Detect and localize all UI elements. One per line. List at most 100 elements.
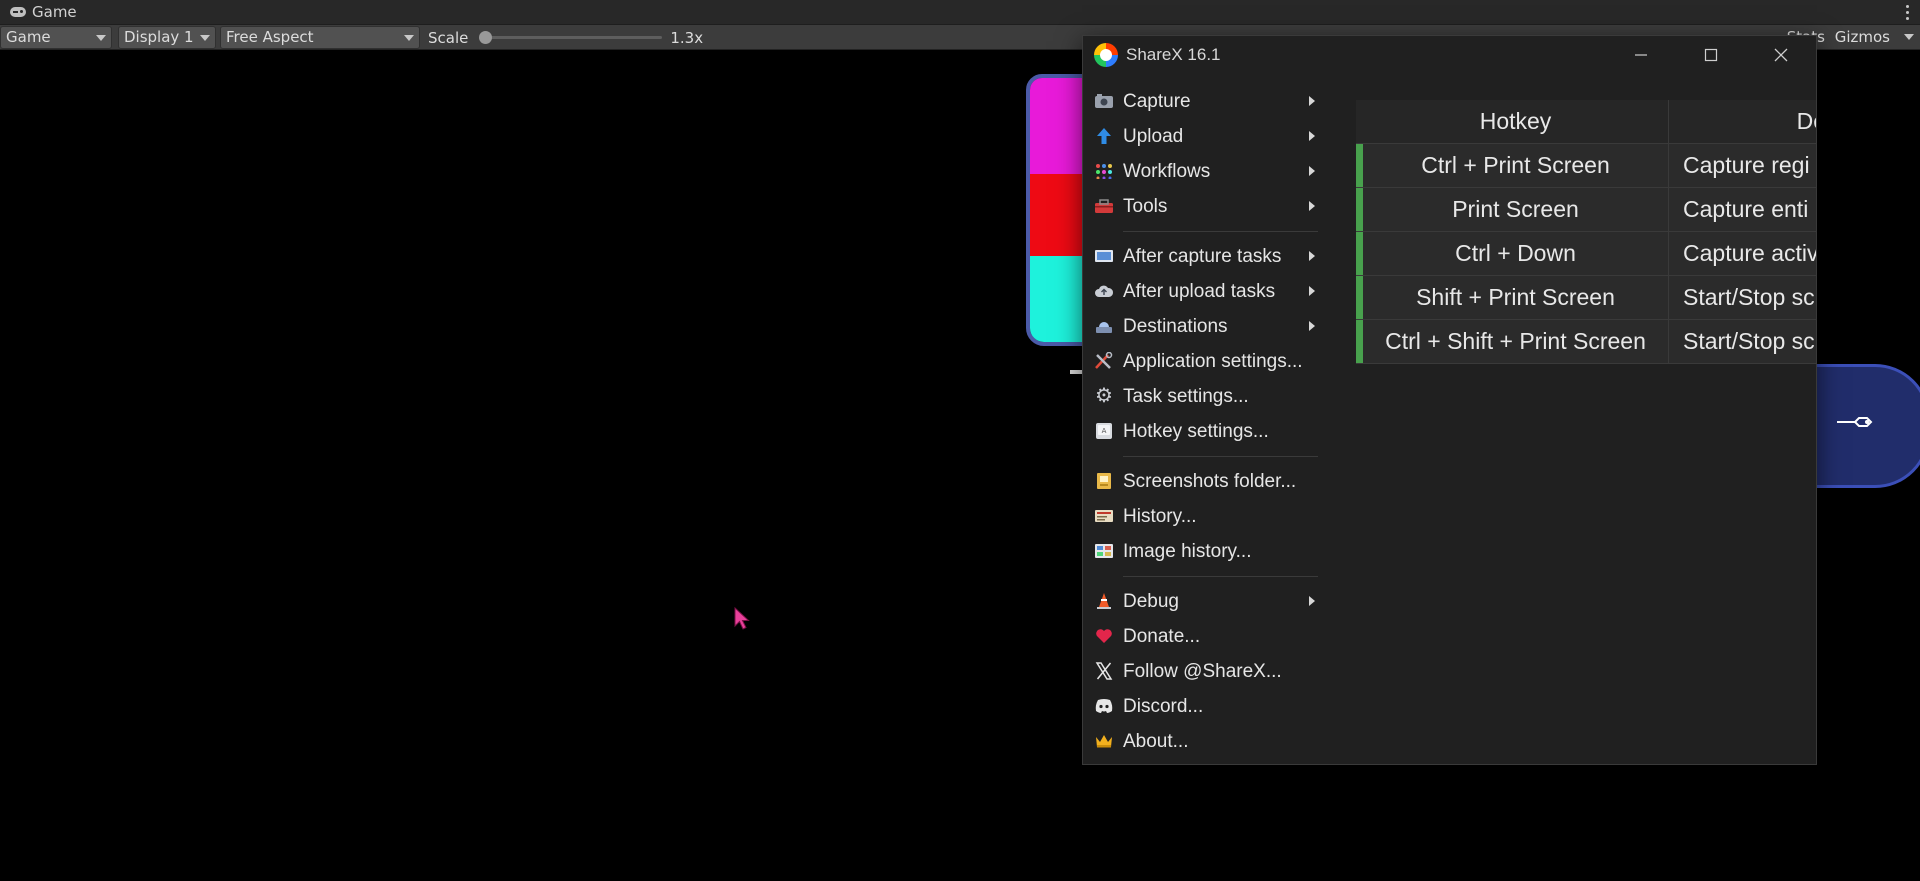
submenu-arrow-icon bbox=[1309, 166, 1315, 176]
svg-text:A: A bbox=[1102, 427, 1107, 435]
menu-item-label: Donate... bbox=[1123, 625, 1201, 647]
menu-item-donate[interactable]: Donate... bbox=[1083, 619, 1328, 654]
menu-item-screenshots-folder[interactable]: Screenshots folder... bbox=[1083, 464, 1328, 499]
discord-icon bbox=[1094, 697, 1114, 715]
menu-item-after-capture-tasks[interactable]: After capture tasks bbox=[1083, 239, 1328, 274]
table-row[interactable]: Ctrl + Shift + Print Screen Start/Stop s… bbox=[1356, 320, 1816, 364]
wrench-screwdriver-icon bbox=[1094, 352, 1114, 370]
menu-item-label: Application settings... bbox=[1123, 350, 1303, 372]
cloud-icon bbox=[1094, 282, 1114, 300]
menu-item-debug[interactable]: Debug bbox=[1083, 584, 1328, 619]
table-row[interactable]: Ctrl + Print Screen Capture regi bbox=[1356, 144, 1816, 188]
menu-item-history[interactable]: History... bbox=[1083, 499, 1328, 534]
status-indicator bbox=[1356, 320, 1363, 363]
keyboard-key-icon: A bbox=[1094, 422, 1114, 440]
table-row[interactable]: Print Screen Capture enti bbox=[1356, 188, 1816, 232]
menu-item-label: History... bbox=[1123, 505, 1197, 527]
hotkey-table-header: Hotkey De bbox=[1356, 100, 1816, 144]
menu-item-label: Screenshots folder... bbox=[1123, 470, 1297, 492]
menu-item-label: Destinations bbox=[1123, 315, 1228, 337]
scale-control: Scale 1.3x bbox=[428, 25, 703, 50]
status-indicator bbox=[1356, 232, 1363, 275]
sharex-window: ShareX 16.1 Capture Upload Workflows Too… bbox=[1082, 35, 1817, 765]
maximize-icon bbox=[1704, 48, 1718, 62]
menu-separator bbox=[1123, 456, 1318, 457]
column-header-hotkey[interactable]: Hotkey bbox=[1363, 100, 1669, 143]
image-history-icon bbox=[1094, 542, 1114, 560]
table-row[interactable]: Shift + Print Screen Start/Stop sc bbox=[1356, 276, 1816, 320]
hotkey-table: Hotkey De Ctrl + Print Screen Capture re… bbox=[1356, 100, 1817, 364]
view-mode-dropdown[interactable]: Game bbox=[0, 26, 112, 49]
menu-item-label: Tools bbox=[1123, 195, 1168, 217]
menu-item-follow-sharex[interactable]: Follow @ShareX... bbox=[1083, 654, 1328, 689]
menu-separator bbox=[1123, 576, 1318, 577]
scale-slider[interactable] bbox=[479, 31, 663, 44]
menu-item-about[interactable]: About... bbox=[1083, 724, 1328, 759]
menu-item-after-upload-tasks[interactable]: After upload tasks bbox=[1083, 274, 1328, 309]
destination-icon bbox=[1094, 317, 1114, 335]
menu-item-upload[interactable]: Upload bbox=[1083, 119, 1328, 154]
display-dropdown[interactable]: Display 1 bbox=[118, 26, 216, 49]
description-cell: Capture regi bbox=[1683, 152, 1810, 178]
menu-item-capture[interactable]: Capture bbox=[1083, 84, 1328, 119]
sharex-logo-icon bbox=[1094, 43, 1118, 67]
submenu-arrow-icon bbox=[1309, 321, 1315, 331]
menu-item-image-history[interactable]: Image history... bbox=[1083, 534, 1328, 569]
gear-icon: ⚙ bbox=[1095, 385, 1113, 407]
scale-value: 1.3x bbox=[670, 28, 704, 47]
scale-slider-handle[interactable] bbox=[479, 31, 493, 44]
display-label: Display 1 bbox=[124, 28, 194, 46]
description-cell: Capture activ bbox=[1683, 240, 1817, 266]
main-menu: Capture Upload Workflows Tools After cap… bbox=[1083, 84, 1328, 759]
column-header-description[interactable]: De bbox=[1669, 100, 1816, 143]
menu-item-application-settings[interactable]: Application settings... bbox=[1083, 344, 1328, 379]
gamepad-icon bbox=[10, 7, 26, 17]
menu-item-label: After upload tasks bbox=[1123, 280, 1276, 302]
gizmos-toggle[interactable]: Gizmos bbox=[1835, 26, 1890, 49]
chevron-down-icon bbox=[200, 35, 210, 41]
menu-item-label: Follow @ShareX... bbox=[1123, 660, 1282, 682]
hotkey-cell: Ctrl + Print Screen bbox=[1363, 144, 1669, 187]
close-button[interactable] bbox=[1746, 36, 1816, 74]
traffic-cone-icon bbox=[1094, 592, 1114, 610]
table-row[interactable]: Ctrl + Down Capture activ bbox=[1356, 232, 1817, 276]
menu-item-workflows[interactable]: Workflows bbox=[1083, 154, 1328, 189]
hotkey-cell: Ctrl + Down bbox=[1363, 232, 1669, 275]
submenu-arrow-icon bbox=[1309, 96, 1315, 106]
workflow-grid-icon bbox=[1094, 162, 1114, 180]
menu-item-hotkey-settings[interactable]: A Hotkey settings... bbox=[1083, 414, 1328, 449]
aspect-dropdown[interactable]: Free Aspect bbox=[220, 26, 420, 49]
menu-item-label: Task settings... bbox=[1123, 385, 1249, 407]
menu-item-label: Debug bbox=[1123, 590, 1179, 612]
sharex-titlebar[interactable]: ShareX 16.1 bbox=[1083, 36, 1816, 74]
hotkey-cell: Shift + Print Screen bbox=[1363, 276, 1669, 319]
tab-game-label: Game bbox=[32, 3, 77, 21]
tab-game[interactable]: Game bbox=[0, 0, 87, 25]
hotkey-cell: Ctrl + Shift + Print Screen bbox=[1363, 320, 1669, 363]
minimize-button[interactable] bbox=[1606, 36, 1676, 74]
aspect-label: Free Aspect bbox=[226, 28, 314, 46]
scale-label: Scale bbox=[428, 28, 469, 47]
menu-item-task-settings[interactable]: ⚙ Task settings... bbox=[1083, 379, 1328, 414]
menu-item-label: After capture tasks bbox=[1123, 245, 1282, 267]
image-task-icon bbox=[1094, 247, 1114, 265]
crown-icon bbox=[1094, 732, 1114, 750]
x-logo-icon bbox=[1094, 662, 1114, 680]
mouse-cursor-icon bbox=[734, 607, 750, 630]
toolbox-icon bbox=[1094, 197, 1114, 215]
menu-item-label: Image history... bbox=[1123, 540, 1252, 562]
menu-item-tools[interactable]: Tools bbox=[1083, 189, 1328, 224]
chevron-down-icon[interactable] bbox=[1904, 34, 1914, 40]
menu-item-destinations[interactable]: Destinations bbox=[1083, 309, 1328, 344]
chevron-down-icon bbox=[404, 35, 414, 41]
submenu-arrow-icon bbox=[1309, 286, 1315, 296]
maximize-button[interactable] bbox=[1676, 36, 1746, 74]
menu-item-label: Capture bbox=[1123, 90, 1191, 112]
hotkey-cell: Print Screen bbox=[1363, 188, 1669, 231]
submenu-arrow-icon bbox=[1309, 596, 1315, 606]
heart-icon bbox=[1094, 627, 1114, 645]
menu-item-label: Hotkey settings... bbox=[1123, 420, 1269, 442]
more-options-icon[interactable] bbox=[1902, 2, 1912, 22]
menu-item-discord[interactable]: Discord... bbox=[1083, 689, 1328, 724]
key-icon bbox=[1837, 417, 1873, 427]
